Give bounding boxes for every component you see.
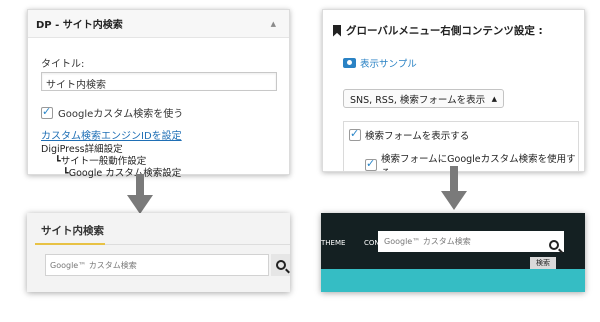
nav-item-theme[interactable]: THEME — [321, 239, 345, 247]
google-search-checkbox[interactable]: ✓ — [41, 104, 53, 119]
google-search-label: Googleカスタム検索を使う — [58, 109, 184, 120]
widget-header[interactable]: DP - サイト内検索 ▲ — [28, 10, 289, 38]
title-label: タイトル: — [41, 59, 85, 70]
header-search-preview: THEME CON Google™ カスタム検索 検索 — [321, 213, 585, 292]
down-arrow-right — [441, 166, 467, 212]
tree-item-google: ┗Google カスタム検索設定 — [63, 168, 182, 179]
search-engine-id-link[interactable]: カスタム検索エンジンIDを設定 — [41, 127, 182, 142]
header-accent-bar — [321, 269, 585, 292]
checkmark-icon: ✓ — [42, 104, 52, 118]
widget-heading: サイト内検索 — [41, 225, 104, 237]
google-search-option[interactable]: ✓ Googleカスタム検索を使う — [41, 105, 183, 120]
sample-link-label: 表示サンプル — [360, 59, 417, 70]
down-arrow-left — [127, 174, 153, 214]
global-menu-settings-panel: グローバルメニュー右側コンテンツ設定 : 表示サンプル SNS, RSS, 検索… — [322, 9, 585, 172]
settings-title-row: グローバルメニュー右側コンテンツ設定 : — [333, 23, 543, 38]
widget-settings-panel: DP - サイト内検索 ▲ タイトル: サイト内検索 ✓ Googleカスタム検… — [27, 9, 290, 179]
search-submit-button[interactable]: 検索 — [530, 257, 556, 269]
show-search-option[interactable]: ✓ 検索フォームを表示する — [349, 127, 470, 142]
checkmark-icon: ✓ — [350, 127, 360, 140]
show-search-label: 検索フォームを表示する — [365, 131, 470, 142]
sample-link[interactable]: 表示サンプル — [343, 56, 417, 70]
google-search-input[interactable]: Google™ カスタム検索 — [45, 254, 269, 276]
use-google-checkbox[interactable]: ✓ — [365, 157, 377, 171]
title-input[interactable]: サイト内検索 — [41, 72, 277, 91]
triangle-up-icon[interactable]: ▲ — [271, 20, 276, 28]
camera-icon — [343, 58, 356, 68]
bookmark-icon — [333, 24, 341, 37]
select-arrows-icon: ▲ — [491, 94, 497, 103]
show-search-checkbox[interactable]: ✓ — [349, 127, 361, 141]
settings-title: グローバルメニュー右側コンテンツ設定 : — [346, 25, 543, 37]
display-select-value: SNS, RSS, 検索フォームを表示 — [350, 94, 486, 106]
use-google-label: 検索フォームにGoogleカスタム検索を使用する — [380, 154, 576, 171]
search-icon — [275, 260, 286, 270]
sidebar-search-widget: サイト内検索 Google™ カスタム検索 — [27, 213, 290, 292]
search-button[interactable] — [271, 254, 290, 276]
heading-underline — [35, 243, 105, 245]
checkmark-icon: ✓ — [366, 157, 376, 170]
search-icon[interactable] — [549, 235, 559, 254]
widget-title: DP - サイト内検索 — [36, 20, 123, 31]
header-search-input[interactable]: Google™ カスタム検索 — [378, 231, 564, 252]
use-google-option[interactable]: ✓ 検索フォームにGoogleカスタム検索を使用する — [365, 151, 584, 171]
display-select[interactable]: SNS, RSS, 検索フォームを表示 ▲ — [343, 89, 504, 108]
